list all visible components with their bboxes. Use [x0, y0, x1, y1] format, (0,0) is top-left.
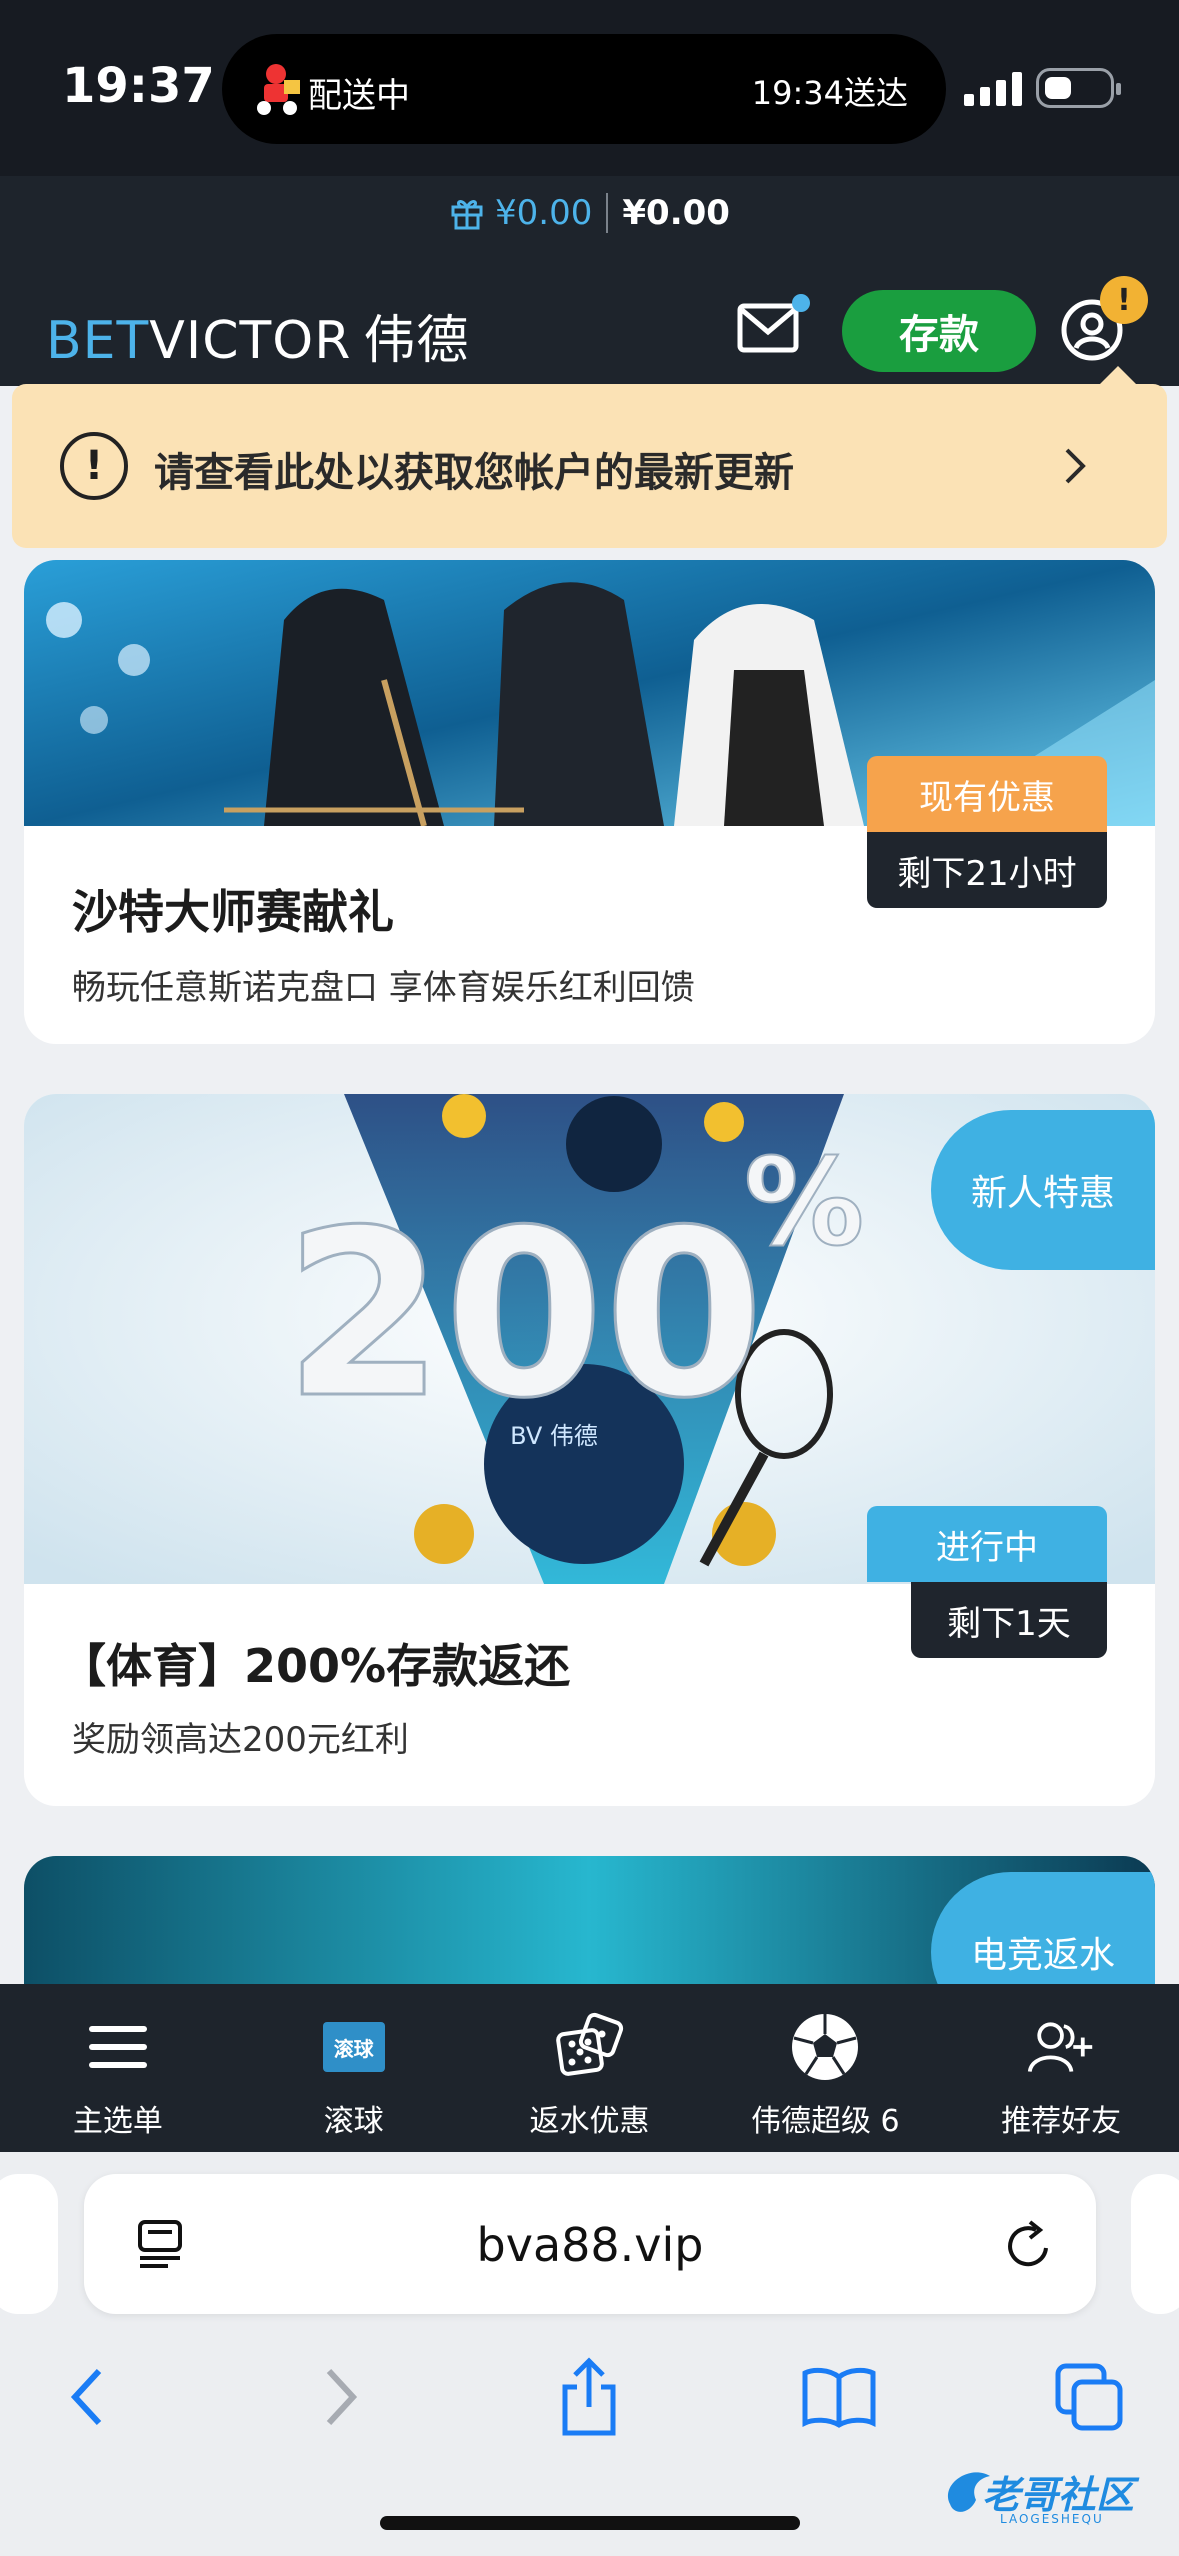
balance-bar[interactable]: ¥0.00 ¥0.00 [0, 176, 1179, 250]
promotions-feed[interactable]: 现有优惠 剩下21小时 沙特大师赛献礼 畅玩任意斯诺克盘口 享体育娱乐红利回馈 [0, 548, 1179, 1984]
status-bar: 19:37 配送中 19:34送达 [0, 0, 1179, 176]
cash-balance: ¥0.00 [622, 193, 730, 233]
dice-icon [556, 2012, 624, 2076]
logo-bet: BET [46, 311, 150, 371]
forward-button[interactable] [296, 2352, 386, 2442]
next-tab-peek[interactable] [1131, 2174, 1179, 2314]
nav-label: 返水优惠 [529, 2104, 650, 2139]
activity-eta: 19:34送达 [751, 74, 908, 112]
chevron-right-icon [326, 2368, 358, 2426]
promo-title: 沙特大师赛献礼 [72, 885, 394, 939]
promo-card[interactable]: 电竞返水 [24, 1856, 1155, 1984]
menu-icon [88, 2026, 147, 2068]
tabs-icon [1055, 2363, 1123, 2431]
bookmarks-button[interactable] [794, 2352, 884, 2442]
add-friend-icon [1027, 2022, 1093, 2073]
account-update-notice[interactable]: ! 请查看此处以获取您帐户的最新更新 [12, 366, 1167, 548]
promo-status-tag: 现有优惠 [867, 756, 1107, 832]
live-icon: 滚球 [322, 2022, 385, 2072]
chevron-left-icon [70, 2368, 102, 2426]
bottom-navigation: 主选单 滚球 滚球 返水优惠 伟德超级 6 推荐好友 [0, 1984, 1179, 2152]
nav-item-refer-friend[interactable]: 推荐好友 [943, 1984, 1179, 2152]
delivery-rider-icon [257, 64, 300, 115]
mail-icon[interactable] [736, 300, 800, 356]
nav-item-rebate[interactable]: 返水优惠 [472, 1984, 708, 2152]
reload-icon[interactable] [1002, 2218, 1056, 2272]
promo-remaining-tag: 剩下21小时 [867, 832, 1107, 908]
nav-item-main-menu[interactable]: 主选单 [0, 1984, 236, 2152]
nav-item-super6[interactable]: 伟德超级 6 [707, 1984, 943, 2152]
logo-cn: 伟德 [363, 311, 470, 371]
tabs-button[interactable] [1044, 2352, 1134, 2442]
promo-status-tag: 进行中 [867, 1506, 1107, 1582]
activity-label: 配送中 [308, 76, 410, 116]
promo-card[interactable]: 现有优惠 剩下21小时 沙特大师赛献礼 畅玩任意斯诺克盘口 享体育娱乐红利回馈 [24, 560, 1155, 1044]
chevron-right-icon [1065, 448, 1086, 484]
watermark-text: 老哥社区 [982, 2473, 1135, 2517]
balance-divider [606, 193, 609, 233]
browser-chrome: bva88.vip 老哥社区 LAOGESHEQU [0, 2152, 1179, 2556]
watermark-sub: LAOGESHEQU [1000, 2512, 1104, 2526]
status-time: 19:37 [62, 58, 215, 114]
new-user-badge: 新人特惠 [931, 1110, 1155, 1270]
deposit-button[interactable]: 存款 [842, 290, 1036, 372]
promo-remaining-tag: 剩下1天 [911, 1582, 1107, 1658]
nav-label: 主选单 [72, 2104, 163, 2139]
site-header: ¥0.00 ¥0.00 BETVICTOR 伟德 存款 ! [0, 176, 1179, 386]
url-text: bva88.vip [476, 2218, 704, 2272]
cellular-signal-icon [964, 72, 1022, 106]
gift-icon [451, 200, 483, 230]
promo-card[interactable]: BV 伟德 200 % 新人特惠 进行中 剩下1天 【体育】200%存款返还 奖… [24, 1094, 1155, 1806]
nav-label: 伟德超级 6 [750, 2104, 900, 2139]
notice-text: 请查看此处以获取您帐户的最新更新 [154, 450, 794, 496]
nav-label: 推荐好友 [1001, 2104, 1122, 2139]
banner-percent-text: % [744, 1134, 864, 1273]
bonus-balance: ¥0.00 [495, 193, 593, 233]
back-button[interactable] [42, 2352, 132, 2442]
nav-label: 滚球 [323, 2104, 384, 2139]
browser-toolbar [0, 2352, 1179, 2462]
dynamic-island[interactable]: 配送中 19:34送达 [222, 34, 946, 144]
betvictor-logo[interactable]: BETVICTOR 伟德 [46, 298, 469, 373]
address-bar[interactable]: bva88.vip [84, 2174, 1096, 2314]
nav-item-live[interactable]: 滚球 滚球 [236, 1984, 472, 2152]
live-icon-text: 滚球 [333, 2036, 374, 2061]
previous-tab-peek[interactable] [0, 2174, 58, 2314]
account-alert-badge: ! [1100, 276, 1148, 324]
share-icon [562, 2357, 616, 2436]
mail-unread-dot [792, 294, 810, 312]
share-button[interactable] [544, 2352, 634, 2442]
promo-subtitle: 奖励领高达200元红利 [72, 1720, 409, 1760]
esports-rebate-badge: 电竞返水 [931, 1872, 1155, 1984]
laoge-watermark: 老哥社区 LAOGESHEQU [940, 2458, 1170, 2538]
soccer-ball-icon [792, 2014, 859, 2080]
home-indicator[interactable] [380, 2516, 800, 2530]
logo-victor: VICTOR [149, 311, 352, 371]
promo-title: 【体育】200%存款返还 [60, 1639, 571, 1693]
book-icon [802, 2367, 876, 2428]
battery-icon [1036, 68, 1121, 108]
alert-icon: ! [60, 432, 128, 500]
banner-200-text: 200 [284, 1182, 764, 1449]
promo-subtitle: 畅玩任意斯诺克盘口 享体育娱乐红利回馈 [72, 968, 695, 1008]
